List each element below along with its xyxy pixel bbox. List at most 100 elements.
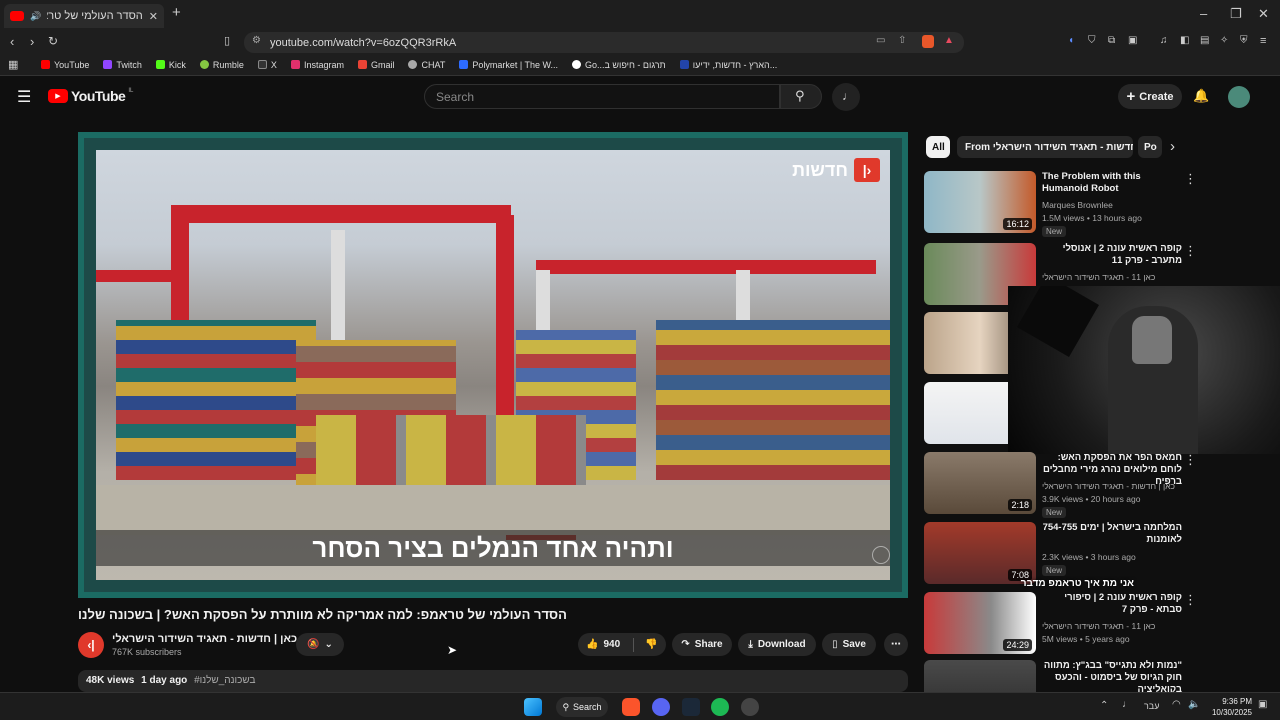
hashtag-link[interactable]: #בשכונה_שלנו [194,675,255,686]
notifications-bell-icon[interactable]: 🔔 [1193,88,1209,104]
more-vertical-icon[interactable]: ⋮ [1184,243,1197,259]
maximize-button[interactable]: ❐ [1230,6,1242,22]
wifi-icon[interactable]: ◠ [1172,699,1181,710]
bookmark-item[interactable]: X [253,58,282,72]
hamburger-menu-icon[interactable]: ☰ [17,87,31,107]
more-vertical-icon[interactable]: ⋮ [1184,452,1197,468]
recommendation-item[interactable]: 7:08 המלחמה בישראל | ימים 754-755 לאומנו… [924,522,1264,586]
recommendation-title[interactable]: קופה ראשית עונה 2 | סיפורי סבתא - פרק 7 [1042,592,1182,616]
site-info-icon[interactable]: ⚙ [252,35,261,46]
share-page-icon[interactable]: ⇧ [898,35,906,46]
audio-icon[interactable]: 🔊 [30,11,41,22]
recommendation-thumbnail[interactable]: 24:29 [924,592,1036,654]
forward-icon[interactable]: › [30,34,34,49]
cast-icon[interactable]: ▭ [876,35,885,46]
more-actions-button[interactable]: ⋯ [884,633,908,656]
apps-grid-icon[interactable]: ▦ [8,58,18,71]
more-vertical-icon[interactable]: ⋮ [1184,592,1197,608]
bookmark-item[interactable]: Instagram [286,58,349,72]
recommendation-item[interactable]: 16:12 The Problem with this Humanoid Rob… [924,171,1264,237]
minimize-button[interactable]: – [1200,6,1207,21]
description-box[interactable]: 48K views 1 day ago #בשכונה_שלנו [78,670,908,692]
shield-icon[interactable]: ⛉ [1088,35,1096,46]
volume-icon[interactable]: 🔈 [1188,699,1200,710]
chip-all[interactable]: All [926,136,950,158]
wallet-panel-icon[interactable]: ▤ [1200,35,1209,46]
vpn-icon[interactable]: ⛨ [1240,35,1248,46]
voice-search-button[interactable]: ♩ [832,83,860,111]
recommendation-thumbnail[interactable]: 2:18 [924,452,1036,514]
clock[interactable]: 9:36 PM 10/30/2025 [1204,696,1252,718]
bookmark-item[interactable]: Go...תרגום - חיפוש ב [567,58,671,72]
back-icon[interactable]: ‹ [10,34,14,49]
channel-avatar[interactable]: ‹| [78,632,104,658]
brave-browser-icon[interactable] [622,698,640,716]
recommendation-title[interactable]: המלחמה בישראל | ימים 754-755 לאומנות [1042,522,1182,546]
recommendation-channel[interactable]: Marques Brownlee [1042,200,1113,210]
recommendation-item[interactable]: 2:18 חמאס הפר את הפסקת האש: לוחם מילואים… [924,452,1264,522]
subscribed-notifications-button[interactable]: 🔕 ⌄ [296,633,344,656]
address-field[interactable]: ⚙ youtube.com/watch?v=6ozQQR3rRkA ▭ ⇧ ▲ [244,32,964,53]
leo-ai-icon[interactable]: ✧ [1220,35,1228,46]
bookmark-item[interactable]: Rumble [195,58,249,72]
screenshot-icon[interactable]: ▣ [1128,35,1137,46]
browser-tab[interactable]: 🔊 הסדר העולמי של טראמפ: למה ✕ [4,4,164,28]
music-icon[interactable]: ♫ [1160,35,1168,46]
bookmark-item[interactable]: Polymarket | The W... [454,58,563,72]
close-window-button[interactable]: ✕ [1258,6,1269,22]
taskbar-search-button[interactable]: ⚲ Search [556,697,608,717]
microphone-tray-icon[interactable]: ♩ [1122,699,1132,710]
bookmark-item[interactable]: YouTube [36,58,94,72]
like-button[interactable]: 👍 940 [586,639,620,650]
recommendation-item[interactable]: 24:29 קופה ראשית עונה 2 | סיפורי סבתא - … [924,592,1264,656]
chip-more[interactable]: Po [1138,136,1162,158]
create-button[interactable]: + Create [1118,84,1182,109]
video-player[interactable]: ‹| חדשות ותהיה אחד הנמלים בציר הסחר [78,132,908,598]
recommendation-title[interactable]: "נמות ולא נתגייס" בבג"ץ: מתווה חוק הגיוס… [1042,660,1182,692]
brave-shields-icon[interactable] [922,35,934,48]
recommendation-channel[interactable]: כאן | חדשות - תאגיד השידור הישראלי [1042,481,1175,491]
reload-icon[interactable]: ↻ [48,34,58,48]
bookmark-item[interactable]: Gmail [353,58,400,72]
recommendation-channel[interactable]: כאן 11 - תאגיד השידור הישראלי [1042,621,1155,631]
channel-watermark-icon[interactable] [872,546,890,564]
chevron-up-icon[interactable]: ⌃ [1100,700,1108,711]
recommendation-channel[interactable]: כאן 11 - תאגיד השידור הישראלי [1042,272,1155,282]
extensions-icon[interactable]: ⧉ [1108,35,1115,46]
save-button[interactable]: ▯ Save [822,633,876,656]
spotify-icon[interactable] [711,698,729,716]
language-indicator[interactable]: עבר [1144,701,1159,711]
channel-name[interactable]: כאן | חדשות - תאגיד השידור הישראלי [112,633,297,645]
recommendation-title[interactable]: The Problem with this Humanoid Robot [1042,171,1182,195]
share-button[interactable]: ↷ Share [672,633,732,656]
steam-icon[interactable] [682,698,700,716]
app-icon[interactable] [741,698,759,716]
new-tab-button[interactable]: + [172,4,181,21]
avatar[interactable] [1228,86,1250,108]
bookmark-item[interactable]: הארץ - חדשות, ידיעו... [675,58,783,72]
brave-rewards-icon[interactable]: ▲ [944,35,954,46]
discord-icon[interactable] [652,698,670,716]
sidebar-toggle-icon[interactable]: ◧ [1180,35,1189,46]
tab-close-icon[interactable]: ✕ [149,10,158,23]
search-button[interactable]: ⚲ [780,84,822,109]
chip-from-channel[interactable]: From כאן | חדשות - תאגיד השידור הישראלי [957,136,1133,158]
recommendation-thumbnail[interactable]: 7:08 [924,522,1036,584]
youtube-logo[interactable]: ▶ YouTube IL [48,88,133,104]
bookmark-item[interactable]: Twitch [98,58,147,72]
start-icon[interactable] [524,698,542,716]
bookmark-icon[interactable]: ▯ [224,34,230,47]
wallet-icon[interactable]: ◖ [1068,35,1074,46]
bookmark-item[interactable]: CHAT [403,58,450,72]
chevron-right-icon[interactable]: › [1170,138,1175,155]
recommendation-thumbnail[interactable]: 16:12 [924,171,1036,233]
notification-icon[interactable]: ▣ [1258,699,1267,710]
search-input[interactable]: Search [424,84,780,109]
more-vertical-icon[interactable]: ⋮ [1184,171,1197,187]
menu-icon[interactable]: ≡ [1260,35,1266,47]
recommendation-thumbnail[interactable] [924,660,1036,692]
recommendation-item[interactable]: "נמות ולא נתגייס" בבג"ץ: מתווה חוק הגיוס… [924,660,1264,692]
download-button[interactable]: ⤓ Download [738,633,816,656]
bookmark-item[interactable]: Kick [151,58,191,72]
dislike-button[interactable]: 👎 [645,639,657,650]
